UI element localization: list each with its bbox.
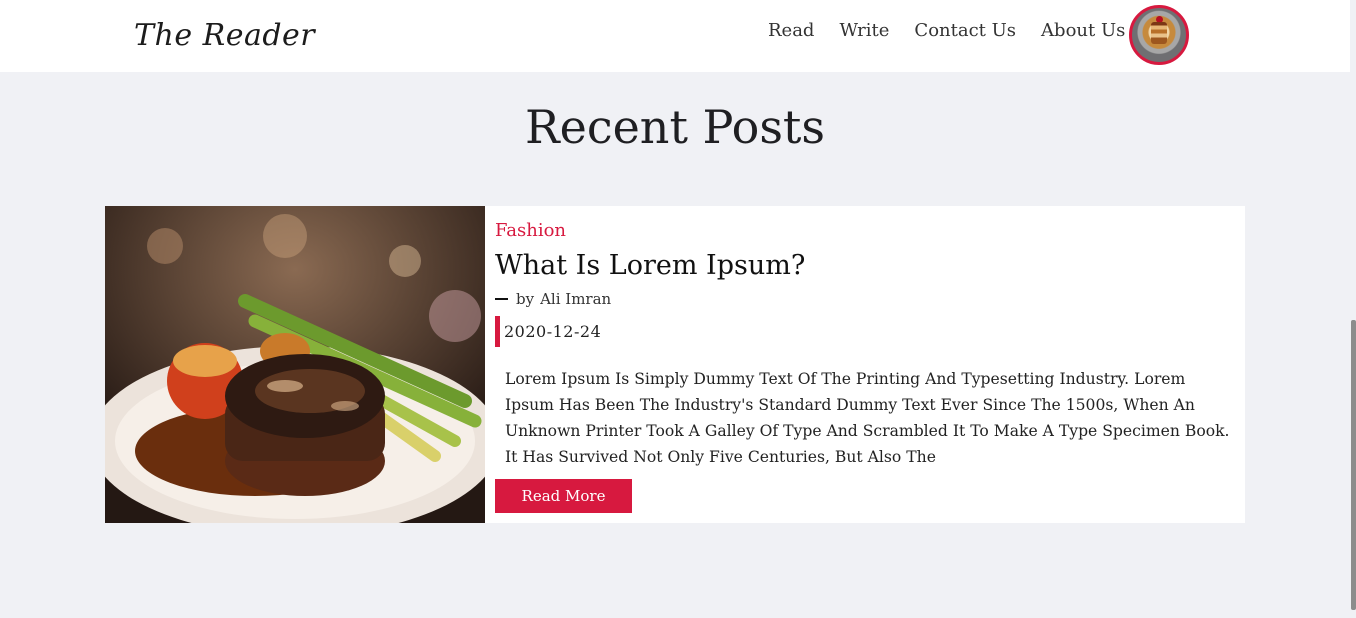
post-byline: by Ali Imran (495, 290, 611, 308)
post-author: Ali Imran (540, 290, 612, 308)
byline-by: by (516, 290, 535, 308)
page-scrollbar[interactable] (1350, 0, 1356, 618)
post-card: Fashion What Is Lorem Ipsum? by Ali Imra… (105, 206, 1245, 523)
post-category[interactable]: Fashion (495, 220, 566, 241)
user-avatar[interactable] (1129, 5, 1189, 65)
byline-dash (495, 298, 508, 300)
post-date: 2020-12-24 (495, 316, 601, 347)
main-nav: Read Write Contact Us About Us (768, 20, 1125, 41)
section-title: Recent Posts (524, 100, 826, 154)
site-logo[interactable]: The Reader (134, 18, 315, 53)
nav-link-write[interactable]: Write (839, 20, 889, 41)
read-more-button[interactable]: Read More (495, 479, 632, 513)
nav-link-contact-us[interactable]: Contact Us (914, 20, 1016, 41)
nav-link-about-us[interactable]: About Us (1041, 20, 1125, 41)
steak-dinner-illustration (105, 206, 485, 523)
post-excerpt: Lorem Ipsum Is Simply Dummy Text Of The … (505, 370, 1230, 466)
post-title[interactable]: What Is Lorem Ipsum? (495, 250, 805, 281)
post-image[interactable] (105, 206, 485, 523)
scrollbar-thumb[interactable] (1351, 320, 1356, 610)
post-content: Fashion What Is Lorem Ipsum? by Ali Imra… (495, 206, 1235, 523)
nav-link-read[interactable]: Read (768, 20, 814, 41)
avatar-dessert-decoration (1151, 22, 1167, 44)
site-header: The Reader Read Write Contact Us About U… (0, 0, 1350, 72)
